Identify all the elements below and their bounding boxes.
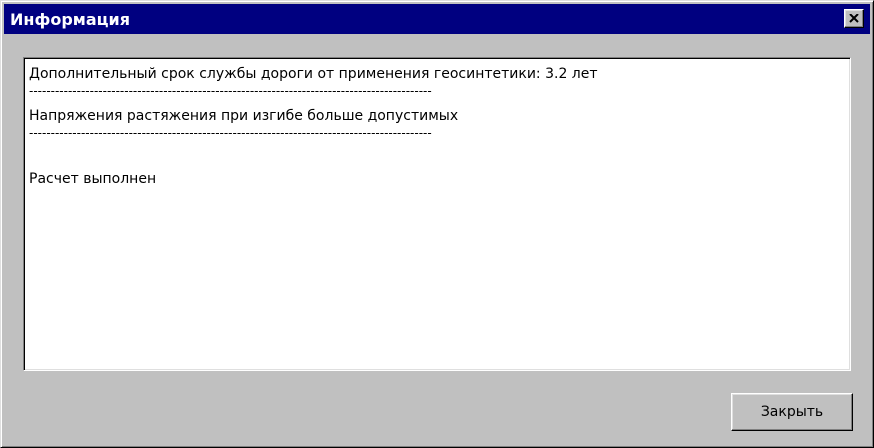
message-separator: ----------------------------------------… [29,85,432,98]
info-dialog: Информация Дополнительный срок службы до… [0,0,874,448]
title-bar[interactable]: Информация [4,4,870,34]
message-line-stress: Напряжения растяжения при изгибе больше … [29,108,459,124]
message-line-service-life: Дополнительный срок службы дороги от при… [29,66,598,82]
close-button[interactable]: Закрыть [731,393,853,431]
window-title: Информация [10,9,130,29]
close-icon [849,14,859,23]
message-textbox[interactable]: Дополнительный срок службы дороги от при… [23,57,851,371]
title-close-button[interactable] [844,9,864,28]
message-line-done: Расчет выполнен [29,171,157,187]
message-separator: ----------------------------------------… [29,127,432,140]
